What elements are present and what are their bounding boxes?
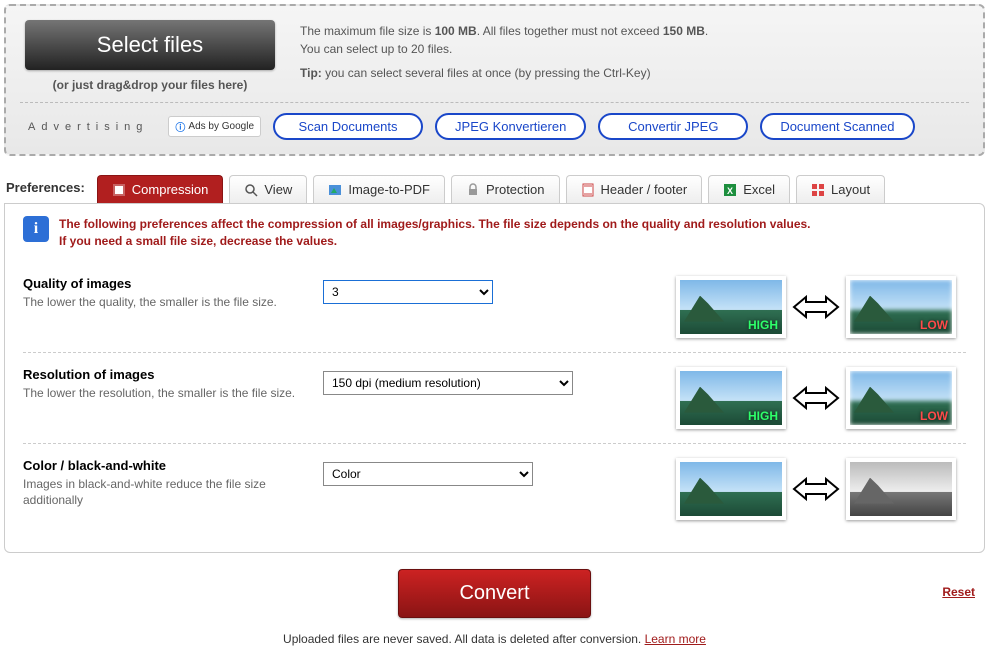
info-icon: ⓘ: [175, 119, 185, 134]
tab-compression-label: Compression: [132, 182, 209, 197]
max-size-prefix: The maximum file size is: [300, 24, 435, 38]
thumb-bw: [846, 458, 956, 520]
thumb-high-quality: HIGH: [676, 276, 786, 338]
ad-row: Advertising ⓘAds by Google Scan Document…: [20, 102, 969, 140]
tab-excel-label: Excel: [743, 182, 775, 197]
swap-arrow-icon: [792, 292, 840, 322]
tab-header-footer-label: Header / footer: [601, 182, 688, 197]
tab-header-footer[interactable]: Header / footer: [566, 175, 703, 203]
learn-more-link[interactable]: Learn more: [645, 632, 706, 646]
thumb-color: [676, 458, 786, 520]
resolution-select[interactable]: 150 dpi (medium resolution): [323, 371, 573, 395]
magnifier-icon: [244, 183, 258, 197]
footer-note: Uploaded files are never saved. All data…: [4, 632, 985, 646]
note-line2: If you need a small file size, decrease …: [59, 234, 337, 248]
ad-link-convertir-jpeg[interactable]: Convertir JPEG: [598, 113, 748, 140]
max-size-value: 100 MB: [435, 24, 477, 38]
tab-view-label: View: [264, 182, 292, 197]
grid-icon: [811, 183, 825, 197]
upload-area: Select files (or just drag&drop your fil…: [4, 4, 985, 156]
ad-link-jpeg-konvertieren[interactable]: JPEG Konvertieren: [435, 113, 586, 140]
tab-compression[interactable]: Compression: [97, 175, 224, 203]
note-line1: The following preferences affect the com…: [59, 217, 811, 231]
tip-text: you can select several files at once (by…: [322, 66, 651, 80]
svg-text:X: X: [727, 186, 733, 196]
label-high: HIGH: [748, 409, 778, 423]
max-total-value: 150 MB: [663, 24, 705, 38]
ad-link-scan-documents[interactable]: Scan Documents: [273, 113, 423, 140]
tab-protection-label: Protection: [486, 182, 545, 197]
tab-image-to-pdf-label: Image-to-PDF: [348, 182, 430, 197]
thumb-low-quality: LOW: [846, 276, 956, 338]
convert-button[interactable]: Convert: [398, 569, 590, 618]
color-select[interactable]: Color: [323, 462, 533, 486]
advertising-label: Advertising: [20, 121, 156, 133]
ad-badge-text: Ads by Google: [188, 121, 254, 132]
tab-protection[interactable]: Protection: [451, 175, 560, 203]
ads-by-google-badge[interactable]: ⓘAds by Google: [168, 116, 261, 137]
tab-view[interactable]: View: [229, 175, 307, 203]
resolution-desc: The lower the resolution, the smaller is…: [23, 385, 303, 402]
info-icon: i: [23, 216, 49, 242]
footer-text: Uploaded files are never saved. All data…: [283, 632, 645, 646]
max-files-text: You can select up to 20 files.: [300, 42, 452, 56]
tab-excel[interactable]: X Excel: [708, 175, 790, 203]
ad-link-document-scanned[interactable]: Document Scanned: [760, 113, 914, 140]
preferences-label: Preferences:: [4, 174, 91, 203]
compression-panel: i The following preferences affect the c…: [4, 203, 985, 553]
lock-icon: [466, 183, 480, 197]
tab-image-to-pdf[interactable]: Image-to-PDF: [313, 175, 445, 203]
quality-visual: HIGH LOW: [603, 276, 966, 338]
label-low: LOW: [920, 409, 948, 423]
color-desc: Images in black-and-white reduce the fil…: [23, 476, 303, 510]
color-visual: [603, 458, 966, 520]
reset-link[interactable]: Reset: [942, 585, 975, 599]
quality-title: Quality of images: [23, 276, 303, 291]
quality-desc: The lower the quality, the smaller is th…: [23, 294, 303, 311]
thumb-high-res: HIGH: [676, 367, 786, 429]
resolution-visual: HIGH LOW: [603, 367, 966, 429]
resolution-title: Resolution of images: [23, 367, 303, 382]
upload-info: The maximum file size is 100 MB. All fil…: [300, 16, 969, 92]
quality-select[interactable]: 3: [323, 280, 493, 304]
tab-layout-label: Layout: [831, 182, 870, 197]
excel-icon: X: [723, 183, 737, 197]
image-icon: [328, 183, 342, 197]
max-total-mid: . All files together must not exceed: [477, 24, 663, 38]
swap-arrow-icon: [792, 383, 840, 413]
label-low: LOW: [920, 318, 948, 332]
thumb-low-res: LOW: [846, 367, 956, 429]
compression-note: The following preferences affect the com…: [59, 216, 811, 250]
select-files-button[interactable]: Select files: [25, 20, 275, 70]
label-high: HIGH: [748, 318, 778, 332]
drag-drop-hint: (or just drag&drop your files here): [20, 78, 280, 92]
tip-label: Tip:: [300, 66, 322, 80]
tab-layout[interactable]: Layout: [796, 175, 885, 203]
page-icon: [581, 183, 595, 197]
color-title: Color / black-and-white: [23, 458, 303, 473]
swap-arrow-icon: [792, 474, 840, 504]
compression-icon: [112, 183, 126, 197]
max-size-suffix: .: [705, 24, 708, 38]
